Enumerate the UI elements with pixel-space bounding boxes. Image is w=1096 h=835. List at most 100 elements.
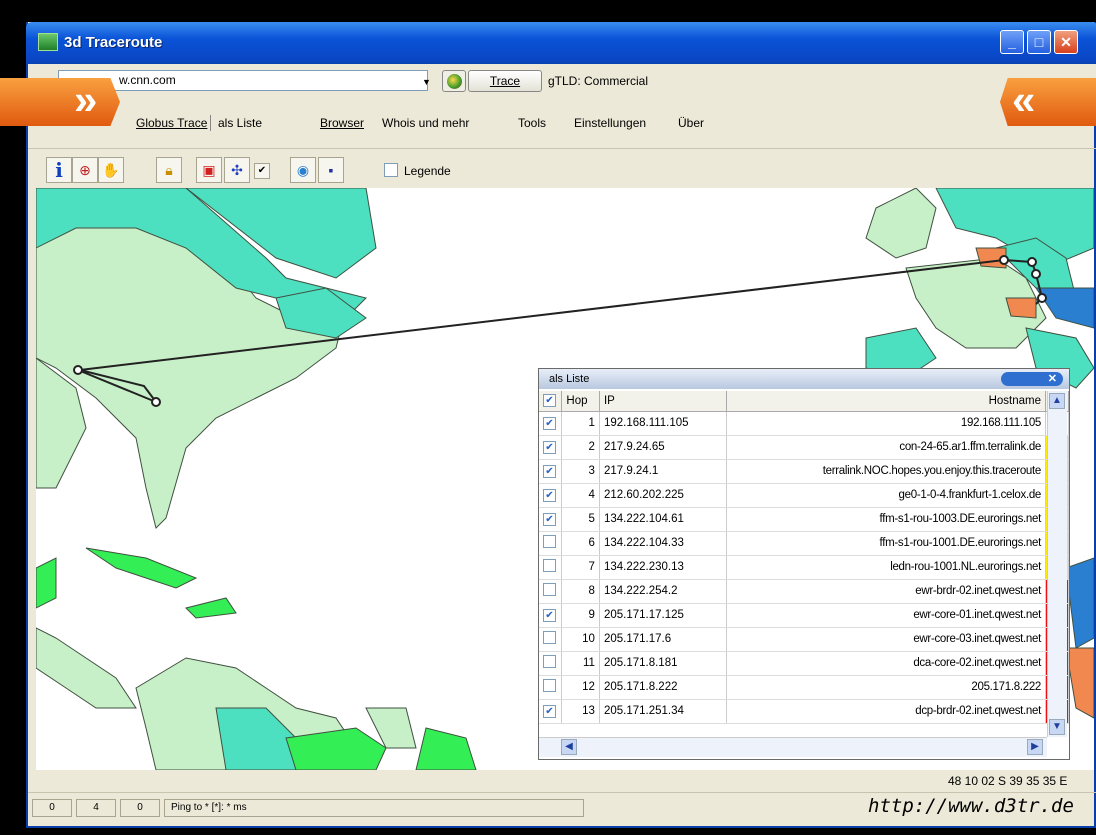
zoom-icon[interactable]: ⊕ (72, 157, 98, 183)
hop-checkbox[interactable]: ✔ (539, 507, 563, 532)
hop-hostname: ge0-1-0-4.frankfurt-1.celox.de (726, 483, 1047, 508)
table-row[interactable]: 12 205.171.8.222 205.171.8.222 (539, 675, 1069, 700)
table-row[interactable]: ✔ 1 192.168.111.105 192.168.111.105 (539, 411, 1069, 436)
hop-number: 12 (561, 675, 600, 700)
tab-browser[interactable]: Browser (320, 116, 364, 130)
gtld-label: gTLD: Commercial (548, 74, 649, 88)
hop-checkbox[interactable]: ✔ (539, 603, 563, 628)
hop-checkbox[interactable]: ✔ (539, 459, 563, 484)
list-close-button[interactable]: ✕ (1001, 372, 1063, 386)
column-header-hostname[interactable]: Hostname (726, 391, 1047, 412)
hop-checkbox[interactable]: ✔ (539, 435, 563, 460)
list-title-bar[interactable]: als Liste ✕ (539, 369, 1069, 389)
scroll-up-icon[interactable]: ▲ (1049, 393, 1065, 409)
toolbar: i ⊕ ✋ 🔒︎ ▣ ✣ ✔ ◉ ▪ Legende (28, 148, 1096, 188)
table-row[interactable]: 7 134.222.230.13 ledn-rou-1001.NL.euroring… (539, 555, 1069, 580)
hop-number: 13 (561, 699, 600, 724)
table-row[interactable]: 6 134.222.104.33 ffm-s1-rou-1001.DE.eurori… (539, 531, 1069, 556)
hop-hostname: ewr-core-03.inet.qwest.net (726, 627, 1047, 652)
hop-number: 1 (561, 411, 600, 436)
table-row[interactable]: 11 205.171.8.181 dca-core-02.inet.qwest.ne… (539, 651, 1069, 676)
earth-icon[interactable]: ◉ (290, 157, 316, 183)
tab-whois[interactable]: Whois und mehr (382, 116, 469, 130)
vertical-scrollbar[interactable]: ▲ ▼ (1047, 391, 1067, 737)
hop-ip: 205.171.251.34 (599, 699, 728, 724)
hop-ip: 205.171.8.181 (599, 651, 728, 676)
scroll-right-icon[interactable]: ▶ (1027, 739, 1043, 755)
hop-checkbox[interactable] (539, 531, 563, 556)
hop-ip: 205.171.17.6 (599, 627, 728, 652)
hop-checkbox[interactable] (539, 675, 563, 700)
table-row[interactable]: ✔ 3 217.9.24.1 terralink.NOC.hopes.you.enjo… (539, 459, 1069, 484)
menu-separator (210, 115, 211, 131)
hop-checkbox[interactable]: ✔ (539, 411, 563, 436)
save-icon[interactable]: ▪ (318, 157, 344, 183)
hand-icon[interactable]: ✋ (98, 157, 124, 183)
tab-einstellungen[interactable]: Einstellungen (574, 116, 646, 130)
hop-hostname: ffm-s1-rou-1003.DE.eurorings.net (726, 507, 1047, 532)
table-row[interactable]: ✔ 2 217.9.24.65 con-24-65.ar1.ffm.terralink… (539, 435, 1069, 460)
network-icon[interactable]: ✣ (224, 157, 250, 183)
scroll-left-icon[interactable]: ◀ (561, 739, 577, 755)
hop-checkbox[interactable]: ✔ (539, 699, 563, 724)
info-icon[interactable]: i (46, 157, 72, 183)
select-all-checkbox[interactable]: ✔ (539, 391, 563, 412)
status-bar: 0 4 0 Ping to * [*]: * ms http://www.d3t… (28, 792, 1096, 820)
hop-ip: 192.168.111.105 (599, 411, 728, 436)
close-button[interactable]: ✕ (1054, 30, 1078, 54)
tab-globus-trace[interactable]: Globus Trace (136, 116, 207, 130)
hop-ip: 134.222.254.2 (599, 579, 728, 604)
tab-tools[interactable]: Tools (518, 116, 546, 130)
hop-ip: 134.222.230.13 (599, 555, 728, 580)
table-row[interactable]: 10 205.171.17.6 ewr-core-03.inet.qwest.net (539, 627, 1069, 652)
maximize-button[interactable]: □ (1027, 30, 1051, 54)
dropdown-arrow-icon[interactable]: ▼ (422, 77, 431, 87)
hop-checkbox[interactable] (539, 579, 563, 604)
globe-button[interactable] (442, 70, 466, 92)
scroll-down-icon[interactable]: ▼ (1049, 719, 1065, 735)
list-title: als Liste (549, 373, 590, 385)
hop-node (1037, 293, 1047, 303)
hop-hostname: dca-core-02.inet.qwest.net (726, 651, 1047, 676)
menu-bar: Globus Trace als Liste Browser Whois und… (28, 108, 1096, 132)
table-row[interactable]: ✔ 5 134.222.104.61 ffm-s1-rou-1003.DE.euror… (539, 507, 1069, 532)
hop-checkbox[interactable] (539, 651, 563, 676)
table-row[interactable]: ✔ 4 212.60.202.225 ge0-1-0-4.frankfurt-1.ce… (539, 483, 1069, 508)
status-field-b: 4 (76, 799, 116, 817)
minimize-button[interactable]: _ (1000, 30, 1024, 54)
nodes-checkbox[interactable]: ✔ (254, 163, 270, 179)
table-row[interactable]: ✔ 13 205.171.251.34 dcp-brdr-02.inet.qwest.… (539, 699, 1069, 724)
hop-node (999, 255, 1009, 265)
hop-checkbox[interactable] (539, 627, 563, 652)
table-row[interactable]: ✔ 9 205.171.17.125 ewr-core-01.inet.qwest.n… (539, 603, 1069, 628)
hop-hostname: dcp-brdr-02.inet.qwest.net (726, 699, 1047, 724)
hop-ip: 217.9.24.1 (599, 459, 728, 484)
hop-checkbox[interactable]: ✔ (539, 483, 563, 508)
hop-number: 7 (561, 555, 600, 580)
hop-number: 8 (561, 579, 600, 604)
lock-icon[interactable]: 🔒︎ (156, 157, 182, 183)
map-coordinates: 48 10 02 S 39 35 35 E (948, 774, 1068, 788)
right-arrow-badge: « (1000, 78, 1096, 126)
hop-checkbox[interactable] (539, 555, 563, 580)
table-header-row: ✔ Hop IP Hostname le (539, 391, 1069, 412)
hop-number: 11 (561, 651, 600, 676)
hop-ip: 212.60.202.225 (599, 483, 728, 508)
column-header-hop[interactable]: Hop (561, 391, 600, 412)
tab-als-liste[interactable]: als Liste (218, 116, 262, 130)
horizontal-scrollbar[interactable]: ◀ ▶ (539, 737, 1047, 757)
tab-ueber[interactable]: Über (678, 116, 704, 130)
hop-number: 6 (561, 531, 600, 556)
title-bar[interactable]: 3d Traceroute _ □ ✕ (26, 22, 1096, 64)
table-row[interactable]: 8 134.222.254.2 ewr-brdr-02.inet.qwest.net (539, 579, 1069, 604)
hop-ip: 205.171.8.222 (599, 675, 728, 700)
legend-checkbox[interactable] (384, 163, 398, 177)
address-bar: w.cnn.com ▼ Trace gTLD: Commercial (28, 64, 1096, 96)
trace-button[interactable]: Trace (468, 70, 542, 92)
column-header-ip[interactable]: IP (599, 391, 728, 412)
hop-number: 2 (561, 435, 600, 460)
hop-number: 3 (561, 459, 600, 484)
boxes-icon[interactable]: ▣ (196, 157, 222, 183)
ping-status: Ping to * [*]: * ms (164, 799, 584, 817)
hop-hostname: ledn-rou-1001.NL.eurorings.net (726, 555, 1047, 580)
